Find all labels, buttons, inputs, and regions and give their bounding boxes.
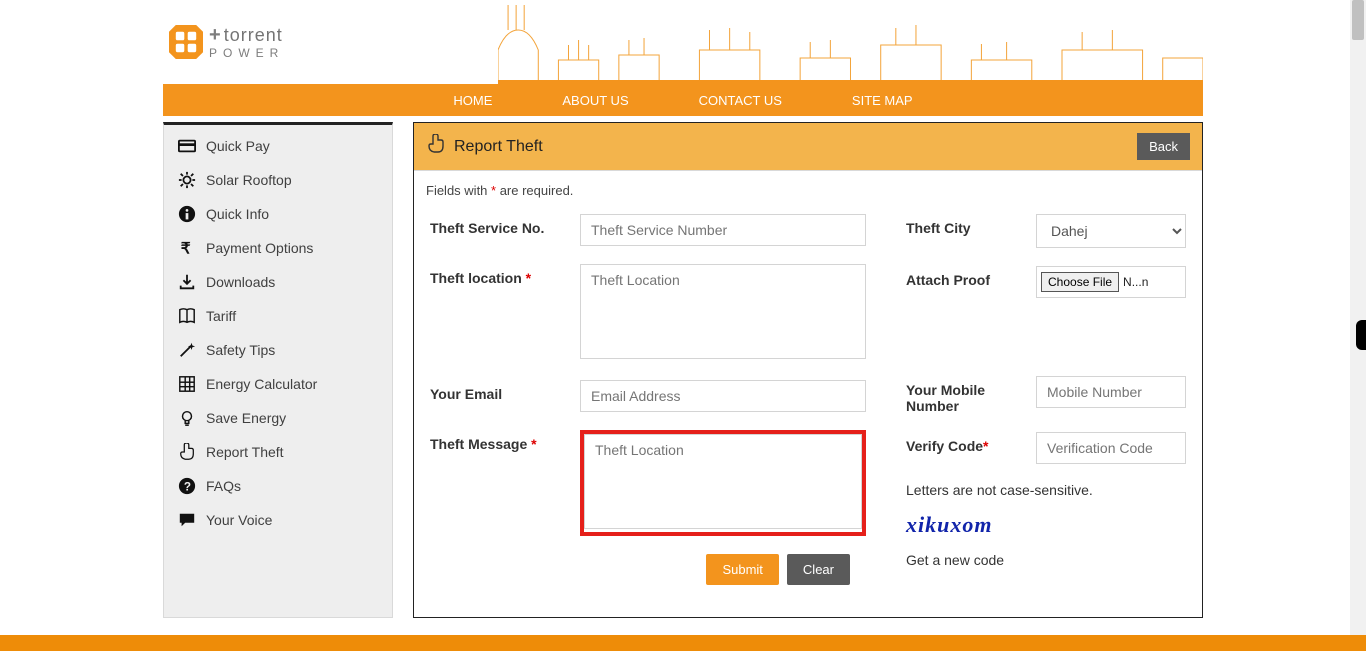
mobile-label: Your Mobile Number [906,376,1016,414]
sidebar: Quick Pay Solar Rooftop Quick Info ₹ Paym… [163,122,393,618]
sidebar-label: FAQs [206,478,241,494]
main-panel: Report Theft Back Fields with * are requ… [413,122,1203,618]
location-label: Theft location * [430,264,560,362]
sidebar-item-calculator[interactable]: Energy Calculator [164,367,392,401]
sidebar-label: Your Voice [206,512,272,528]
nav-sitemap[interactable]: SITE MAP [852,93,913,108]
logo-icon [169,25,203,59]
gear-icon [178,171,196,189]
grid-icon [178,375,196,393]
service-no-label: Theft Service No. [430,214,560,246]
book-icon [178,307,196,325]
sidebar-item-faqs[interactable]: ? FAQs [164,469,392,503]
side-tab[interactable] [1356,320,1366,350]
sidebar-item-quickpay[interactable]: Quick Pay [164,129,392,163]
verify-label: Verify Code* [906,432,1016,464]
svg-text:₹: ₹ [181,240,191,257]
svg-text:?: ? [184,481,191,494]
choose-file-button[interactable]: Choose File [1041,272,1119,292]
new-code-link[interactable]: Get a new code [906,552,1186,568]
navbar: HOME ABOUT US CONTACT US SITE MAP [163,84,1203,116]
message-input[interactable] [584,434,862,529]
sidebar-item-theft[interactable]: Report Theft [164,435,392,469]
skyline-illustration [498,0,1203,84]
point-icon [178,443,196,461]
sidebar-item-payment[interactable]: ₹ Payment Options [164,231,392,265]
proof-label: Attach Proof [906,266,1016,298]
file-input[interactable]: Choose File N...n [1036,266,1186,298]
sidebar-item-downloads[interactable]: Downloads [164,265,392,299]
sidebar-item-save[interactable]: Save Energy [164,401,392,435]
sidebar-label: Payment Options [206,240,313,256]
chat-icon [178,511,196,529]
email-label: Your Email [430,380,560,412]
captcha-image: xikuxom [906,512,1186,538]
location-input[interactable] [580,264,866,359]
nav-home[interactable]: HOME [453,93,492,108]
service-no-input[interactable] [580,214,866,246]
email-input[interactable] [580,380,866,412]
captcha-note: Letters are not case-sensitive. [906,482,1186,498]
required-note: Fields with * are required. [414,171,1202,198]
city-label: Theft City [906,214,1016,248]
footer-strip [0,635,1366,651]
header: +torrent POWER [163,0,1203,84]
file-name-text: N...n [1123,275,1148,289]
brand-name: torrent [224,26,283,44]
panel-title: Report Theft [454,138,543,156]
rupee-icon: ₹ [178,239,196,257]
city-select[interactable]: Dahej [1036,214,1186,248]
info-icon [178,205,196,223]
sidebar-label: Downloads [206,274,275,290]
sidebar-label: Energy Calculator [206,376,317,392]
sidebar-label: Quick Pay [206,138,270,154]
sidebar-item-solar[interactable]: Solar Rooftop [164,163,392,197]
sidebar-item-voice[interactable]: Your Voice [164,503,392,537]
bulb-icon [178,409,196,427]
sidebar-label: Quick Info [206,206,269,222]
sidebar-label: Report Theft [206,444,284,460]
sidebar-item-safety[interactable]: Safety Tips [164,333,392,367]
sidebar-label: Solar Rooftop [206,172,292,188]
nav-about[interactable]: ABOUT US [562,93,628,108]
message-label: Theft Message * [430,430,560,536]
download-icon [178,273,196,291]
nav-contact[interactable]: CONTACT US [699,93,782,108]
verify-input[interactable] [1036,432,1186,464]
point-icon [426,134,446,159]
clear-button[interactable]: Clear [787,554,850,585]
sidebar-item-tariff[interactable]: Tariff [164,299,392,333]
sidebar-item-quickinfo[interactable]: Quick Info [164,197,392,231]
logo[interactable]: +torrent POWER [169,25,284,59]
sidebar-label: Tariff [206,308,236,324]
sidebar-label: Safety Tips [206,342,275,358]
sidebar-label: Save Energy [206,410,286,426]
brand-sub: POWER [209,47,284,59]
back-button[interactable]: Back [1137,133,1190,160]
wand-icon [178,341,196,359]
card-icon [178,137,196,155]
mobile-input[interactable] [1036,376,1186,408]
submit-button[interactable]: Submit [706,554,778,585]
help-icon: ? [178,477,196,495]
